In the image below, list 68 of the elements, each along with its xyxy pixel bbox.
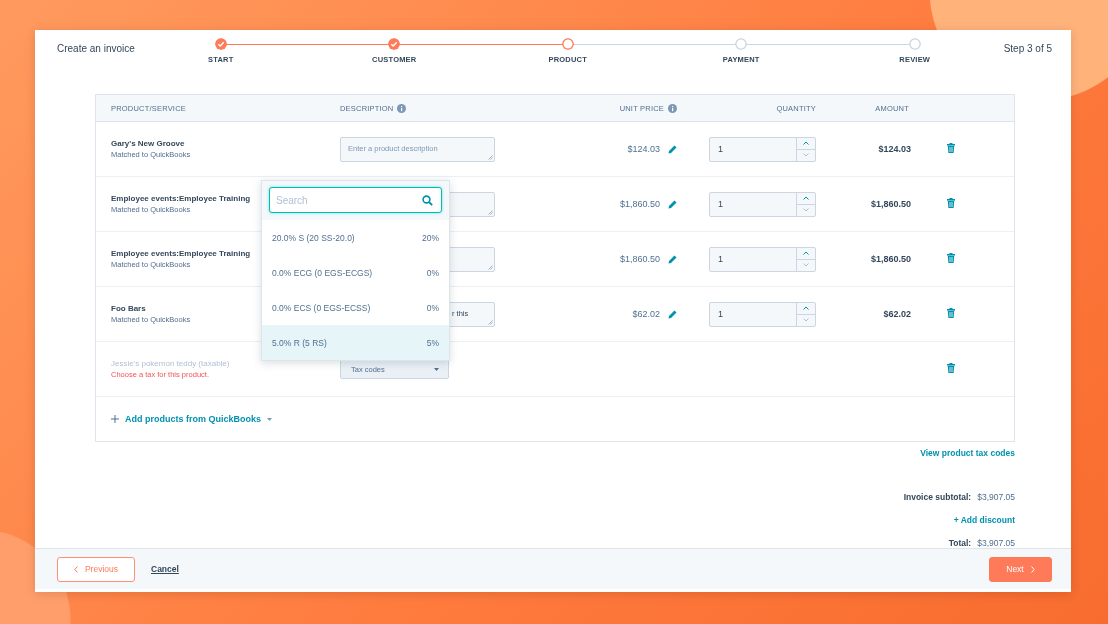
product-name: Jessie's pokemon teddy (taxable) bbox=[111, 359, 230, 368]
unit-price: $1,860.50 bbox=[619, 199, 660, 209]
trash-icon[interactable] bbox=[947, 363, 955, 373]
up-caret-icon bbox=[803, 141, 809, 145]
product-name: Gary's New Groove bbox=[111, 139, 185, 148]
tax-option[interactable]: 5.0% R (5 RS) 5% bbox=[262, 325, 449, 360]
view-tax-codes-link[interactable]: View product tax codes bbox=[920, 448, 1015, 458]
pencil-icon[interactable] bbox=[668, 309, 677, 319]
amount: $1,860.50 bbox=[870, 199, 911, 209]
tax-option[interactable]: 0.0% ECG (0 EGS-ECGS) 0% bbox=[262, 255, 449, 290]
tax-rate: 5% bbox=[426, 337, 439, 348]
add-products-button[interactable]: Add products from QuickBooks bbox=[111, 414, 272, 424]
trash-icon[interactable] bbox=[947, 253, 955, 263]
tax-rate: 0% bbox=[426, 267, 439, 278]
pencil-icon[interactable] bbox=[668, 254, 677, 264]
pencil-icon[interactable] bbox=[668, 199, 677, 209]
amount: $1,860.50 bbox=[870, 254, 911, 264]
tax-option[interactable]: 20.0% S (20 SS-20.0) 20% bbox=[262, 220, 449, 255]
cancel-link[interactable]: Cancel bbox=[151, 556, 179, 582]
down-caret-icon bbox=[803, 208, 809, 212]
trash-icon[interactable] bbox=[947, 198, 955, 208]
trash-icon[interactable] bbox=[947, 143, 955, 153]
step-counter: Step 3 of 5 bbox=[1002, 42, 1053, 54]
tax-option-label: 0.0% ECG (0 EGS-ECGS) bbox=[272, 267, 373, 278]
chevron-right-icon bbox=[1030, 565, 1035, 573]
product-name: Employee events:Employee Training bbox=[111, 249, 251, 258]
unit-price: $124.03 bbox=[627, 144, 660, 154]
next-button[interactable]: Next bbox=[989, 556, 1052, 582]
tax-option-label: 0.0% ECS (0 EGS-ECSS) bbox=[272, 302, 371, 313]
caret-icon bbox=[434, 367, 439, 371]
total-label: Total: bbox=[948, 538, 972, 548]
pencil-icon[interactable] bbox=[668, 144, 677, 154]
up-caret-icon bbox=[803, 306, 809, 310]
product-name: Foo Bars bbox=[111, 304, 146, 313]
page-title: Create an invoice bbox=[56, 42, 134, 54]
product-name: Employee events:Employee Training bbox=[111, 194, 251, 203]
plus-icon bbox=[111, 415, 119, 423]
unit-price: $1,860.50 bbox=[619, 254, 660, 264]
down-caret-icon bbox=[803, 263, 809, 267]
resize-handle-icon bbox=[488, 209, 493, 215]
down-caret-icon bbox=[803, 153, 809, 157]
amount: $124.03 bbox=[878, 144, 911, 154]
quantity-field[interactable]: 1 bbox=[709, 301, 816, 327]
up-caret-icon bbox=[803, 196, 809, 200]
search-icon bbox=[422, 194, 433, 206]
subtotal-label: Invoice subtotal: bbox=[903, 492, 972, 502]
resize-handle-icon bbox=[488, 154, 493, 160]
tax-option-label: 5.0% R (5 RS) bbox=[272, 337, 327, 348]
down-caret-icon bbox=[803, 318, 809, 322]
tax-option[interactable]: 0.0% ECS (0 EGS-ECSS) 0% bbox=[262, 290, 449, 325]
quantity-field[interactable]: 1 bbox=[709, 246, 816, 272]
total-value: $3,907.05 bbox=[977, 538, 1015, 548]
tax-rate: 0% bbox=[426, 302, 439, 313]
quantity-field[interactable]: 1 bbox=[709, 191, 816, 217]
quantity-field[interactable]: 1 bbox=[709, 136, 816, 162]
previous-button[interactable]: Previous bbox=[57, 556, 135, 582]
amount: $62.02 bbox=[883, 309, 911, 319]
up-caret-icon bbox=[803, 251, 809, 255]
tax-option-label: 20.0% S (20 SS-20.0) bbox=[272, 232, 355, 243]
resize-handle-icon bbox=[488, 264, 493, 270]
subtotal-value: $3,907.05 bbox=[977, 492, 1015, 502]
caret-icon bbox=[267, 417, 272, 421]
add-discount-link[interactable]: + Add discount bbox=[953, 515, 1015, 525]
resize-handle-icon bbox=[488, 319, 493, 325]
chevron-left-icon bbox=[73, 565, 78, 573]
trash-icon[interactable] bbox=[947, 308, 955, 318]
tax-rate: 20% bbox=[422, 232, 439, 243]
unit-price: $62.02 bbox=[632, 309, 660, 319]
